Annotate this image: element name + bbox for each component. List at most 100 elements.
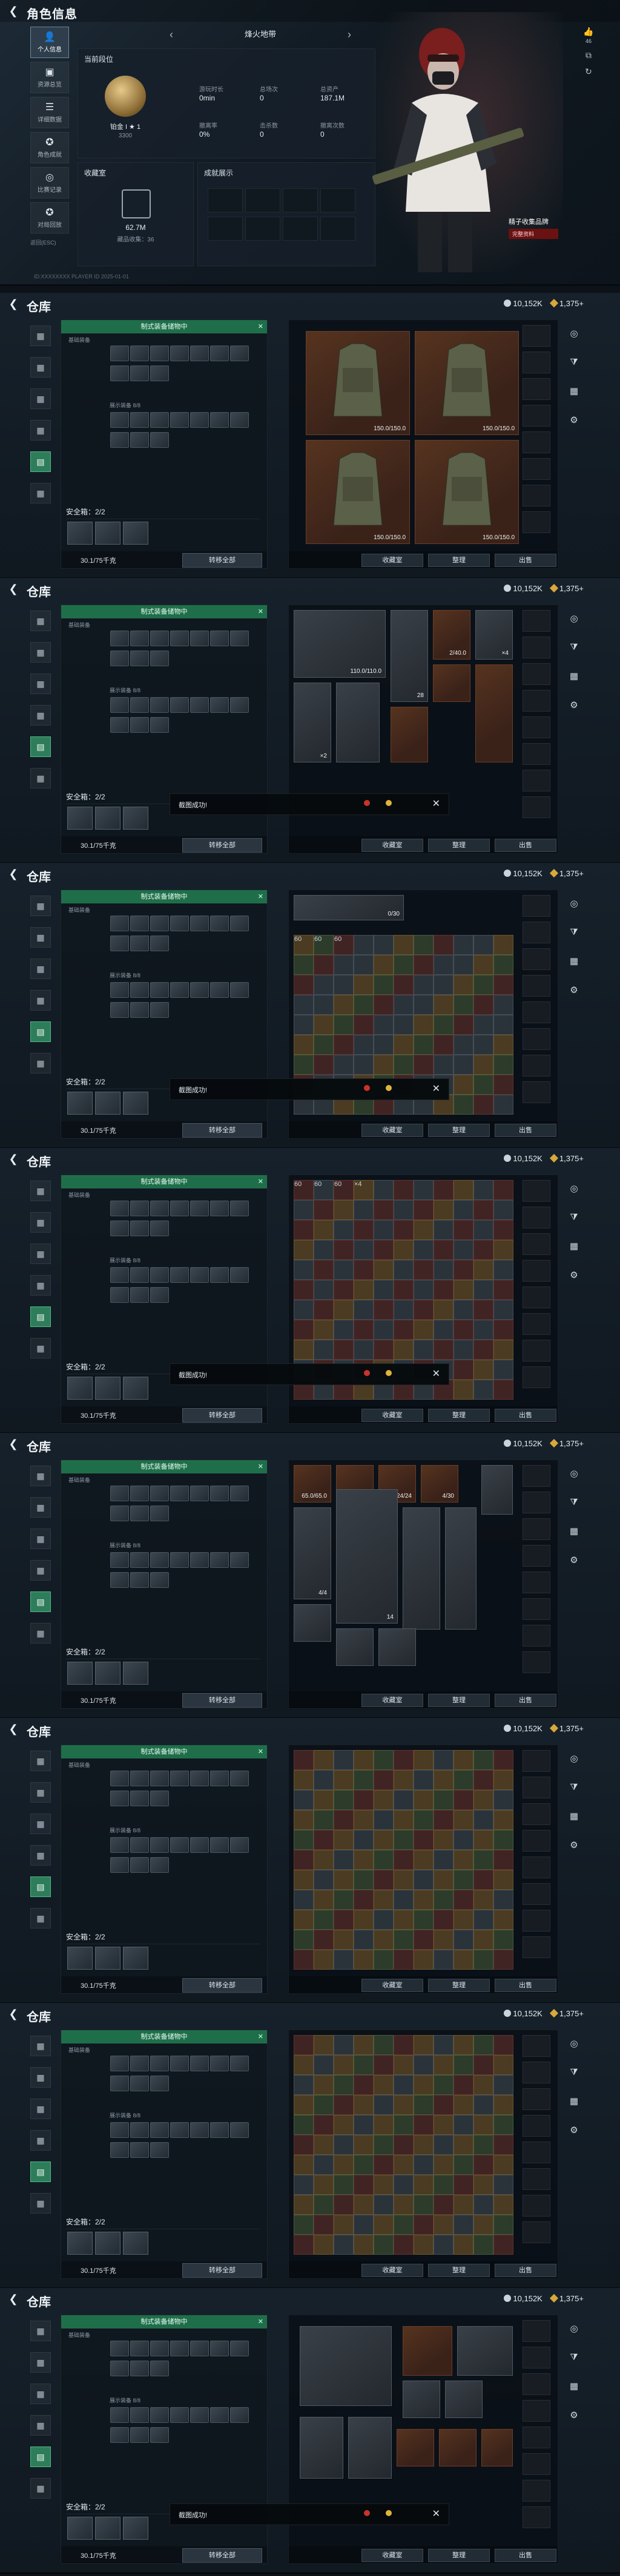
equipment-slot[interactable] <box>210 2407 229 2423</box>
storage-side-slot[interactable] <box>523 1465 550 1487</box>
close-icon[interactable]: ✕ <box>258 2030 263 2043</box>
inventory-cell[interactable] <box>334 1770 354 1790</box>
inventory-cell[interactable] <box>414 935 434 955</box>
inventory-cell[interactable] <box>473 1280 493 1300</box>
inventory-cell[interactable] <box>473 1035 493 1055</box>
inventory-cell[interactable] <box>354 2075 374 2095</box>
inventory-cell[interactable] <box>354 1280 374 1300</box>
inventory-cell[interactable] <box>294 2095 314 2115</box>
achievement-slot[interactable] <box>283 188 318 212</box>
transfer-all-button[interactable]: 转移全部 <box>182 1408 262 1423</box>
inventory-cell[interactable] <box>414 2235 434 2255</box>
inventory-cell[interactable] <box>453 1850 473 1870</box>
inventory-cell[interactable] <box>374 1015 394 1035</box>
inventory-item[interactable] <box>403 2381 440 2418</box>
storage-side-slot[interactable] <box>523 2115 550 2137</box>
inventory-cell[interactable] <box>453 2215 473 2235</box>
equipment-slot[interactable] <box>110 1002 129 1018</box>
storage-side-slot[interactable] <box>523 2373 550 2395</box>
inventory-cell[interactable] <box>434 2075 453 2095</box>
storage-side-slot[interactable] <box>523 1857 550 1878</box>
inventory-cell[interactable] <box>354 1300 374 1320</box>
equipment-slot[interactable] <box>110 1837 129 1853</box>
grid-icon[interactable]: ▦ <box>30 673 51 694</box>
inventory-item[interactable] <box>433 664 470 702</box>
equipment-slot[interactable] <box>170 982 189 998</box>
inventory-cell[interactable] <box>453 1320 473 1340</box>
inventory-cell[interactable] <box>314 1320 334 1340</box>
equipment-slot[interactable] <box>130 982 149 998</box>
inventory-cell[interactable] <box>334 1340 354 1360</box>
filter-icon[interactable]: ⧩ <box>562 1497 586 1507</box>
inventory-cell[interactable] <box>294 2235 314 2255</box>
inventory-cell[interactable]: 60 <box>294 935 314 955</box>
inventory-cell[interactable] <box>434 1260 453 1280</box>
sort-button[interactable]: 整理 <box>428 1409 490 1422</box>
inventory-cell[interactable] <box>414 1850 434 1870</box>
storage-side-slot[interactable] <box>523 690 550 712</box>
inventory-cell[interactable] <box>453 1240 473 1260</box>
inventory-cell[interactable] <box>334 955 354 975</box>
inventory-cell[interactable] <box>493 2075 513 2095</box>
inventory-cell[interactable] <box>294 995 314 1015</box>
chevron-down-icon[interactable]: ▦ <box>30 1053 51 1073</box>
inventory-cell[interactable] <box>334 1930 354 1950</box>
inventory-cell[interactable] <box>314 2215 334 2235</box>
equipment-slot[interactable] <box>230 2341 249 2356</box>
equipment-slot[interactable] <box>130 2427 149 2443</box>
equipment-slot[interactable] <box>210 412 229 428</box>
achievement-slot[interactable] <box>320 188 355 212</box>
storage-side-slot[interactable] <box>523 2400 550 2422</box>
inventory-cell[interactable] <box>493 2135 513 2155</box>
inventory-cell[interactable] <box>334 1790 354 1810</box>
inventory-cell[interactable] <box>414 1240 434 1260</box>
equipment-slot[interactable] <box>150 1287 169 1303</box>
inventory-cell[interactable] <box>414 1950 434 1970</box>
equipment-slot[interactable] <box>230 1486 249 1501</box>
inventory-cell[interactable] <box>493 2035 513 2055</box>
storage-side-slot[interactable] <box>523 1055 550 1077</box>
inventory-item[interactable]: 4/4 <box>294 1507 331 1599</box>
close-icon[interactable]: ✕ <box>258 1175 263 1188</box>
inventory-cell[interactable] <box>294 1890 314 1910</box>
inventory-cell[interactable] <box>434 2055 453 2075</box>
sort-button[interactable]: 整理 <box>428 2549 490 2562</box>
inventory-cell[interactable] <box>314 1340 334 1360</box>
inventory-cell[interactable] <box>334 2115 354 2135</box>
storage-side-slot[interactable] <box>523 1518 550 1540</box>
inventory-cell[interactable] <box>354 2095 374 2115</box>
inventory-cell[interactable] <box>314 2095 334 2115</box>
equipment-slot[interactable] <box>230 2407 249 2423</box>
inventory-cell[interactable] <box>394 2135 414 2155</box>
storage-side-slot[interactable] <box>523 2168 550 2190</box>
inventory-cell[interactable] <box>493 1200 513 1220</box>
inventory-cell[interactable] <box>374 1220 394 1240</box>
inventory-cell[interactable] <box>374 2035 394 2055</box>
storage-side-slot[interactable] <box>523 325 550 347</box>
inventory-cell[interactable] <box>434 1790 453 1810</box>
achievement-slot[interactable] <box>245 188 280 212</box>
safe-box-slot[interactable] <box>123 1092 148 1115</box>
inventory-cell[interactable] <box>374 1260 394 1280</box>
inventory-cell[interactable] <box>434 1750 453 1770</box>
equipment-slot[interactable] <box>130 1287 149 1303</box>
inventory-cell[interactable] <box>354 1260 374 1280</box>
inventory-cell[interactable] <box>354 935 374 955</box>
inventory-cell[interactable] <box>314 1035 334 1055</box>
chevron-down-icon[interactable]: ▦ <box>30 483 51 503</box>
inventory-item[interactable] <box>475 664 513 762</box>
equipment-slot[interactable] <box>150 982 169 998</box>
equipment-slot[interactable] <box>130 412 149 428</box>
inventory-cell[interactable] <box>434 1320 453 1340</box>
equipment-slot[interactable] <box>130 346 149 361</box>
inventory-cell[interactable] <box>314 975 334 995</box>
nav-footer[interactable]: 返回(ESC) <box>30 238 69 246</box>
chevron-left-icon[interactable]: ‹ <box>170 24 173 45</box>
inventory-cell[interactable] <box>334 2095 354 2115</box>
inventory-item[interactable] <box>403 2326 452 2376</box>
inventory-cell[interactable] <box>493 1035 513 1055</box>
inventory-cell[interactable] <box>314 1870 334 1890</box>
collection-card[interactable]: 收藏室 62.7M 藏品收集：36 <box>78 162 194 266</box>
storage-side-slot[interactable] <box>523 975 550 997</box>
inventory-cell[interactable] <box>394 2215 414 2235</box>
